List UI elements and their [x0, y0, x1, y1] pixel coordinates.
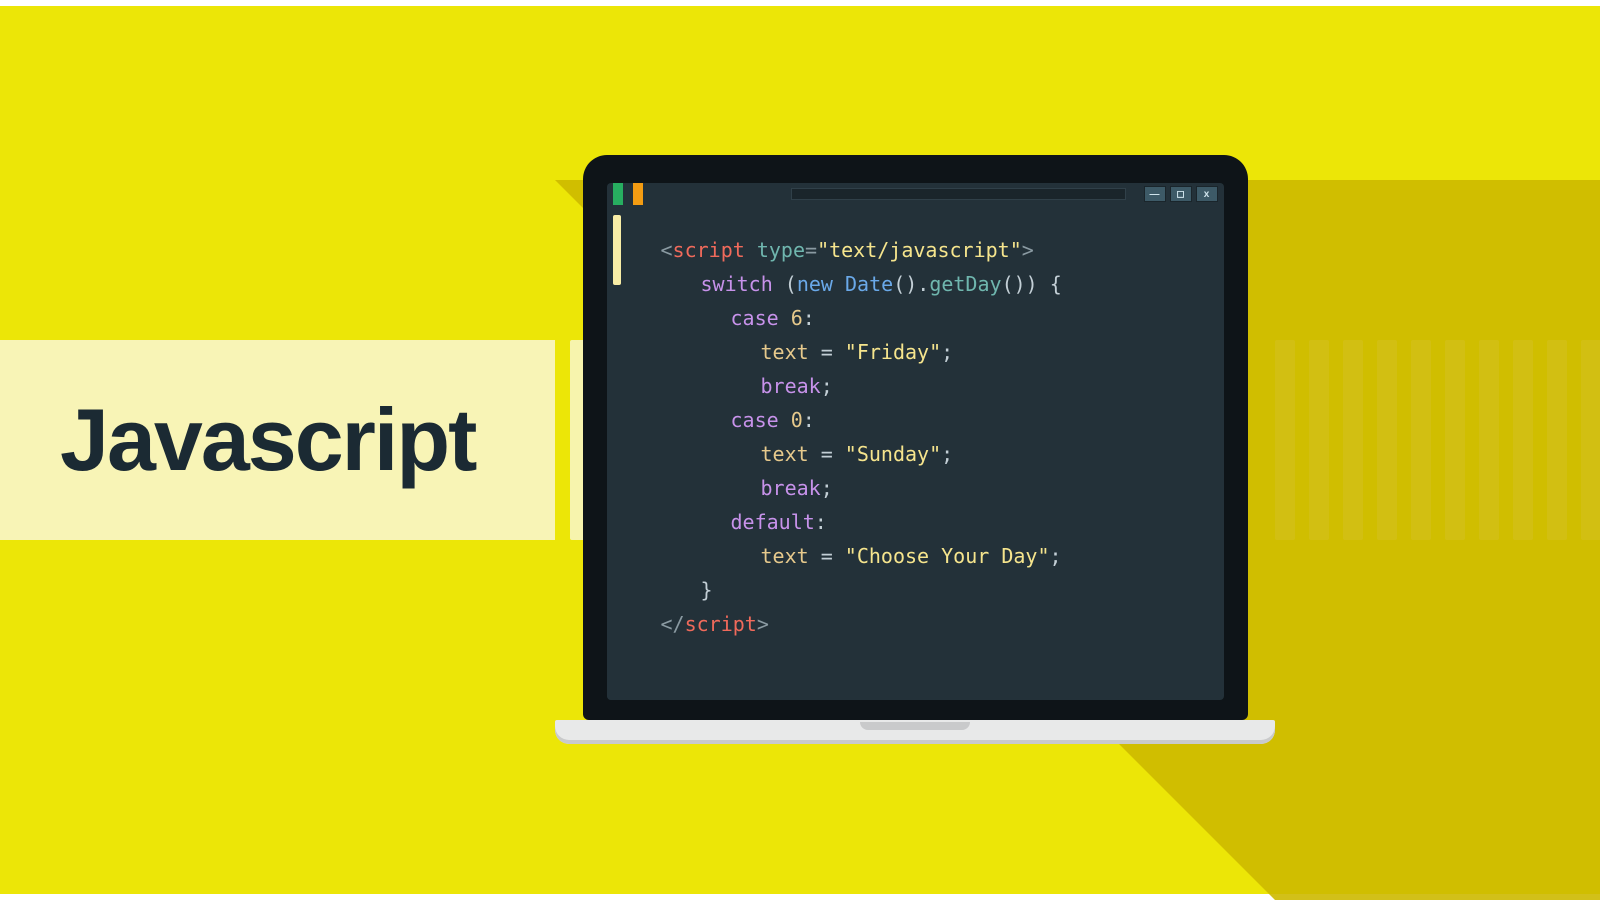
code-line: case 6:: [661, 301, 815, 335]
scroll-track: [607, 205, 627, 700]
hero-graphic: Javascript: [0, 0, 1600, 900]
title-block: Javascript: [0, 340, 555, 540]
editor-titlebar: — ◻ x: [607, 183, 1224, 205]
tab-active-mark: [613, 183, 623, 205]
laptop-base: [555, 720, 1275, 744]
laptop-bezel: — ◻ x <script type="text/javascript"> sw…: [583, 155, 1248, 720]
code-line: </script>: [661, 612, 769, 636]
code-line: break;: [661, 369, 833, 403]
titlebar-path: [791, 188, 1126, 200]
code-line: break;: [661, 471, 833, 505]
close-button[interactable]: x: [1196, 186, 1218, 202]
laptop: — ◻ x <script type="text/javascript"> sw…: [555, 155, 1275, 744]
editor-body: <script type="text/javascript"> switch (…: [607, 205, 1224, 700]
editor-window: — ◻ x <script type="text/javascript"> sw…: [607, 183, 1224, 700]
tab-modified-mark: [633, 183, 643, 205]
code-line: text = "Sunday";: [661, 437, 954, 471]
code-area: <script type="text/javascript"> switch (…: [627, 205, 1224, 700]
maximize-button[interactable]: ◻: [1170, 186, 1192, 202]
page-title: Javascript: [60, 389, 475, 491]
border-top: [0, 0, 1600, 6]
code-line: case 0:: [661, 403, 815, 437]
code-line: text = "Friday";: [661, 335, 954, 369]
code-line: text = "Choose Your Day";: [661, 539, 1062, 573]
tab-spacer: [623, 183, 633, 205]
code-line: switch (new Date().getDay()) {: [661, 267, 1062, 301]
tab-indicators: [613, 183, 643, 205]
window-controls: — ◻ x: [1144, 186, 1218, 202]
code-line: <script type="text/javascript">: [661, 238, 1034, 262]
code-line: default:: [661, 505, 827, 539]
code-line: }: [661, 573, 713, 607]
minimize-button[interactable]: —: [1144, 186, 1166, 202]
